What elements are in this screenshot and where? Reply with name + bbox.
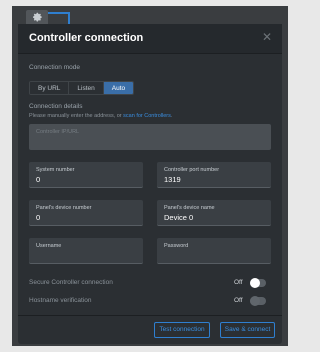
footer-divider (18, 315, 282, 316)
hint-suffix: . (170, 113, 173, 119)
address-placeholder: Controller IP/URL (36, 129, 80, 135)
connection-mode-selector: By URL Listen Auto (29, 81, 135, 95)
hint-text: Please manually enter the address, or (29, 113, 124, 119)
mode-option-by-url[interactable]: By URL (30, 82, 70, 94)
password-field[interactable]: Password (157, 238, 271, 264)
connection-details-label: Connection details (29, 103, 83, 110)
field-label: Controller port number (164, 167, 220, 173)
test-connection-button[interactable]: Test connection (154, 322, 210, 338)
field-value: 0 (36, 213, 41, 222)
secure-connection-toggle[interactable] (250, 278, 266, 288)
field-label: Panel's device number (36, 205, 92, 211)
field-label: System number (36, 167, 75, 173)
field-value: Device 0 (164, 213, 194, 222)
dialog-title: Controller connection (29, 32, 144, 44)
mode-option-listen[interactable]: Listen (69, 82, 104, 94)
hostname-verification-toggle[interactable] (250, 296, 266, 306)
field-label: Password (164, 243, 189, 249)
hostname-verification-label: Hostname verification (29, 297, 92, 304)
hostname-verification-state: Off (234, 297, 243, 304)
scan-controllers-link[interactable]: scan for Controllers (123, 113, 171, 119)
controller-connection-dialog: Controller connection ✕ Connection mode … (18, 24, 282, 344)
connection-mode-label: Connection mode (29, 64, 80, 71)
secure-connection-state: Off (234, 279, 243, 286)
close-icon[interactable]: ✕ (262, 30, 272, 44)
field-label: Panel's device name (164, 205, 215, 211)
controller-port-field[interactable]: Controller port number 1319 (157, 162, 271, 188)
secure-connection-label: Secure Controller connection (29, 279, 113, 286)
save-connect-button[interactable]: Save & connect (220, 322, 275, 338)
toggle-knob (250, 296, 260, 306)
panel-device-number-field[interactable]: Panel's device number 0 (29, 200, 143, 226)
toggle-knob (250, 278, 260, 288)
mode-option-auto[interactable]: Auto (103, 82, 134, 94)
connection-hint: Please manually enter the address, or sc… (29, 113, 172, 119)
field-value: 1319 (164, 175, 181, 184)
controller-address-input[interactable]: Controller IP/URL (29, 124, 271, 150)
panel-device-name-field[interactable]: Panel's device name Device 0 (157, 200, 271, 226)
field-label: Username (36, 243, 62, 249)
system-number-field[interactable]: System number 0 (29, 162, 143, 188)
field-value: 0 (36, 175, 41, 184)
username-field[interactable]: Username (29, 238, 143, 264)
dialog-header: Controller connection ✕ (18, 24, 282, 54)
